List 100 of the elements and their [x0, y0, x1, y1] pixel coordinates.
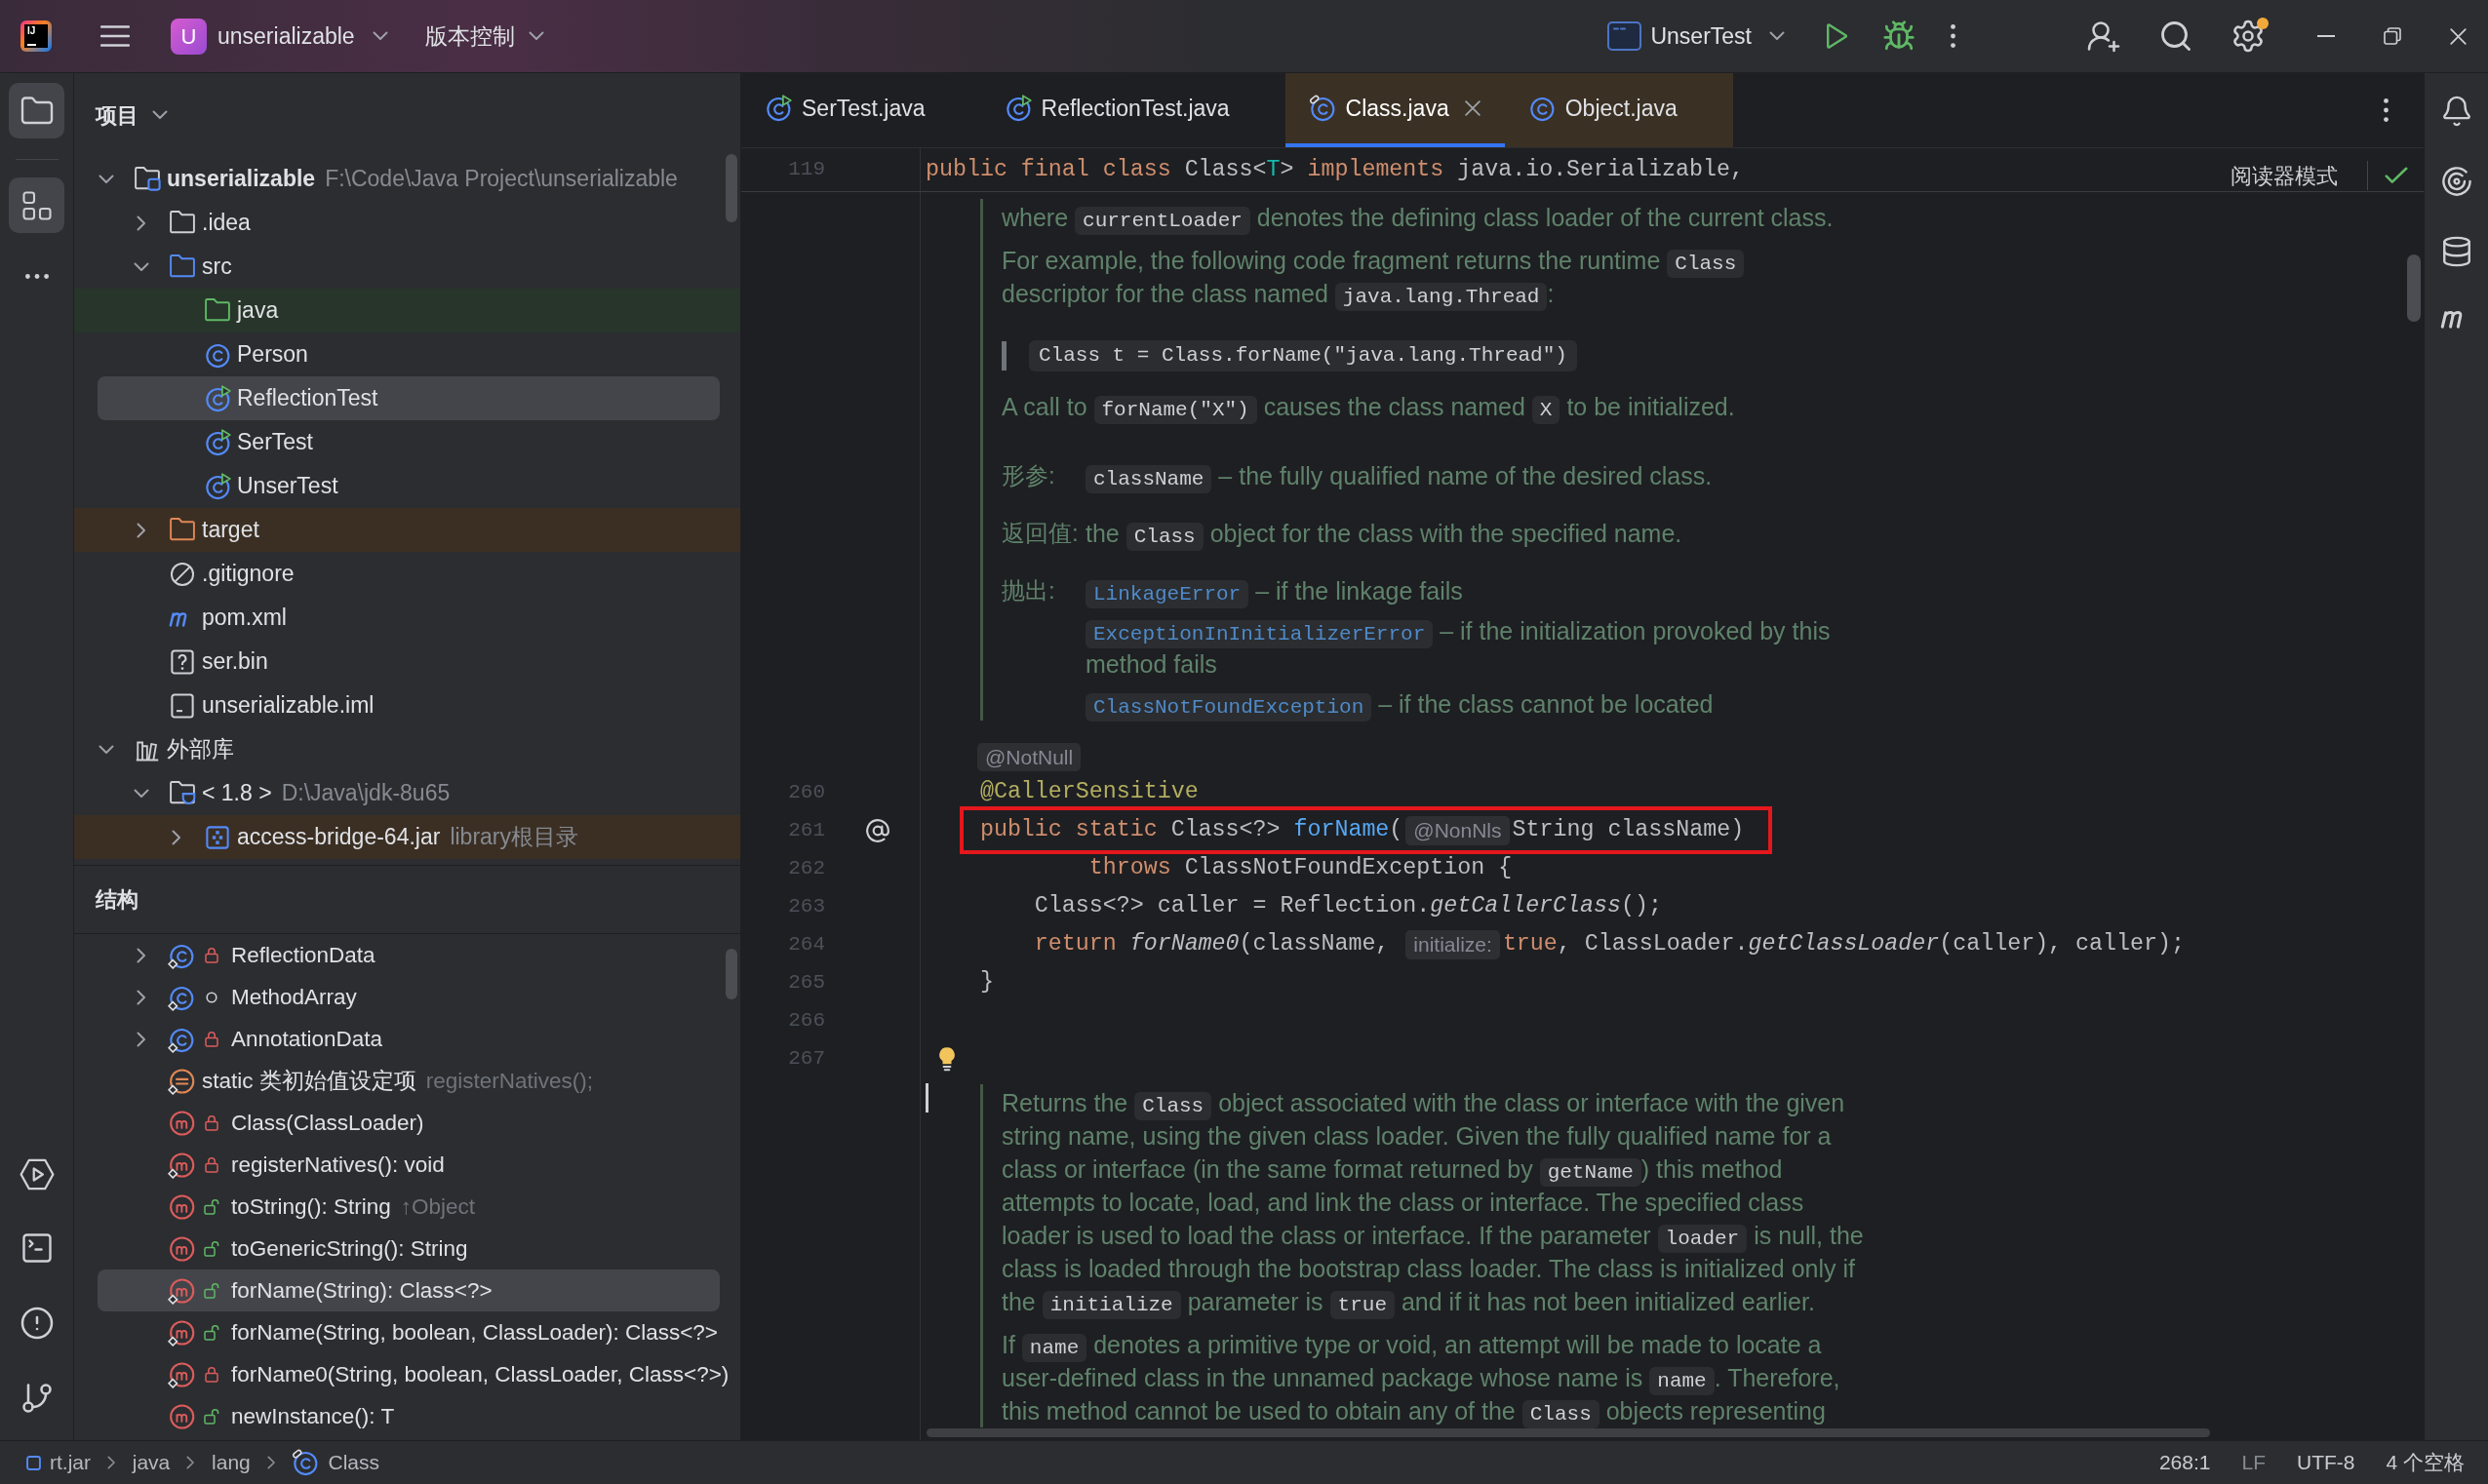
- editor-tab[interactable]: Object.java: [1504, 73, 1733, 147]
- bug-icon[interactable]: [1882, 20, 1915, 53]
- code-text: throws ClassNotFoundException {: [1088, 854, 1513, 883]
- more-icon[interactable]: [24, 274, 49, 279]
- quote-bar: [1002, 340, 1007, 371]
- tree-item[interactable]: access-bridge-64.jar library根目录: [74, 815, 740, 859]
- scrollbar-thumb[interactable]: [927, 1428, 2210, 1437]
- spiral-icon[interactable]: [2440, 166, 2472, 197]
- chevron-right-icon[interactable]: [137, 989, 146, 1005]
- tool-window-button[interactable]: [9, 83, 64, 138]
- chevron-right-icon[interactable]: [137, 522, 146, 538]
- unlock-icon: [204, 1408, 219, 1425]
- tree-item[interactable]: SerTest: [74, 420, 740, 464]
- editor-tab[interactable]: SerTest.java: [741, 73, 981, 147]
- tree-item[interactable]: java: [74, 289, 740, 332]
- status-item[interactable]: 268:1: [2158, 1447, 2211, 1478]
- alert-icon[interactable]: [19, 1306, 55, 1341]
- settings-icon[interactable]: [2231, 19, 2266, 54]
- breadcrumb[interactable]: lang: [212, 1447, 251, 1478]
- breadcrumb[interactable]: Class: [292, 1447, 379, 1478]
- close-icon[interactable]: [2450, 27, 2467, 45]
- structure-item[interactable]: toGenericString(): String: [74, 1228, 740, 1269]
- editor-tab[interactable]: Class.java: [1284, 73, 1505, 147]
- tree-item[interactable]: < 1.8 > D:\Java\jdk-8u65: [74, 771, 740, 815]
- status-item[interactable]: 4 个空格: [2386, 1447, 2465, 1478]
- structure-item[interactable]: forName(String): Class<?>: [98, 1269, 720, 1311]
- more-icon[interactable]: [1951, 24, 1955, 48]
- structure-item[interactable]: AnnotationData: [74, 1018, 740, 1060]
- restore-icon[interactable]: [2384, 27, 2401, 45]
- tree-item[interactable]: unserializable F:\Code\Java Project\unserializable: [74, 157, 740, 201]
- project-selector[interactable]: U unserializable: [171, 18, 388, 55]
- editor-tab[interactable]: ReflectionTest.java: [980, 73, 1285, 147]
- lightbulb-icon[interactable]: [938, 1045, 956, 1072]
- structure-item[interactable]: Class(ClassLoader): [74, 1102, 740, 1144]
- app-logo[interactable]: IJ: [20, 20, 52, 52]
- structure-item[interactable]: static 类初始值设定项 registerNatives();: [74, 1060, 740, 1102]
- status-item[interactable]: UTF-8: [2297, 1447, 2355, 1478]
- panel-title-dropdown[interactable]: 项目: [96, 98, 168, 132]
- structure-item[interactable]: newInstance(): T: [74, 1395, 740, 1437]
- tree-item[interactable]: .gitignore: [74, 552, 740, 596]
- run-config-selector[interactable]: UnserTest: [1607, 19, 1785, 54]
- play-icon[interactable]: [1826, 23, 1847, 49]
- doc-link[interactable]: ExceptionInInitializerError: [1086, 620, 1434, 648]
- structure-item[interactable]: ReflectionData: [74, 934, 740, 976]
- c-circle-tag-icon: [292, 1449, 320, 1476]
- doc-paragraph: Returns the Class object associated with the class or interface with the given string name, using the given class loader. Given the fully qualified name for a class or interface (in the same format returned by getName ) this method attempts to locate, load, and link the class or interface. The specified class loader is used to load the class or interface. If the parameter loader is null, the class is loaded through the bootstrap class loader. The class is initialized only if the initialize parameter is true and if it has not been initialized earlier.: [1002, 1086, 1864, 1318]
- menu-icon[interactable]: [100, 25, 130, 47]
- squares-icon: [21, 190, 52, 220]
- breadcrumb[interactable]: rt.jar: [26, 1447, 91, 1478]
- chevron-right-icon[interactable]: [172, 829, 181, 845]
- chevron-right-icon[interactable]: [137, 215, 146, 231]
- close-icon[interactable]: [1464, 100, 1481, 116]
- chevron-down-icon[interactable]: [134, 261, 149, 272]
- chevron-down-icon[interactable]: [99, 174, 114, 184]
- chevron-right-icon[interactable]: [137, 947, 146, 963]
- doc-paragraph: className – the fully qualified name of the desired class.: [1086, 459, 1713, 492]
- code-text: Class<?> caller = Reflection.getCallerClass();: [1034, 892, 1662, 921]
- doc-paragraph: A call to forName("X") causes the class named X to be initialized.: [1002, 390, 1735, 423]
- structure-item[interactable]: toString(): String ↑Object: [74, 1186, 740, 1228]
- structure-item[interactable]: registerNatives(): void: [74, 1144, 740, 1186]
- tree-item[interactable]: 外部库: [74, 727, 740, 771]
- structure-item[interactable]: MethodArray: [74, 976, 740, 1018]
- inlay-hint: initialize:: [1405, 929, 1500, 959]
- status-item[interactable]: LF: [2241, 1447, 2266, 1478]
- search-icon[interactable]: [2158, 19, 2193, 54]
- chevron-down-icon[interactable]: [99, 744, 114, 755]
- add-user-icon[interactable]: [2086, 19, 2121, 54]
- chevron-down-icon[interactable]: [134, 788, 149, 799]
- tree-item[interactable]: Person: [74, 332, 740, 376]
- structure-item[interactable]: forName(String, boolean, ClassLoader): Class<?>: [74, 1311, 740, 1353]
- doc-paragraph: the Class object for the class with the specified name.: [1086, 517, 1682, 550]
- chevron-right-icon[interactable]: [137, 1031, 146, 1047]
- check-icon[interactable]: [2385, 167, 2408, 184]
- tree-item[interactable]: ReflectionTest: [98, 376, 720, 420]
- code-hint: registerNatives();: [425, 1067, 594, 1095]
- tree-item[interactable]: .idea: [74, 201, 740, 245]
- tree-item[interactable]: pom.xml: [74, 596, 740, 640]
- code-text: public static Class<?> forName(: [979, 816, 1403, 845]
- at-sign-icon[interactable]: [865, 817, 890, 843]
- doc-link[interactable]: ClassNotFoundException: [1086, 693, 1372, 722]
- scrollbar-thumb[interactable]: [726, 949, 737, 999]
- more-icon[interactable]: [2384, 98, 2389, 122]
- tool-window-button[interactable]: [9, 177, 64, 233]
- scrollbar-thumb[interactable]: [2407, 254, 2421, 322]
- tree-item[interactable]: target: [74, 508, 740, 552]
- doc-link[interactable]: LinkageError: [1086, 580, 1249, 608]
- structure-item[interactable]: forName0(String, boolean, ClassLoader, Class<?>): [74, 1353, 740, 1395]
- vcs-menu[interactable]: 版本控制: [424, 19, 544, 54]
- hexagon-play-icon[interactable]: [19, 1158, 55, 1191]
- tree-item[interactable]: unserializable.iml: [74, 683, 740, 727]
- inlay-hint: @NonNls: [1405, 815, 1510, 845]
- doc-paragraph: where currentLoader denotes the defining class loader of the current class.: [1002, 201, 1834, 234]
- tree-item[interactable]: ser.bin: [74, 640, 740, 683]
- folder-icon: [169, 254, 196, 279]
- tree-item[interactable]: src: [74, 245, 740, 289]
- reader-mode-button[interactable]: 阅读器模式: [2231, 159, 2338, 192]
- scrollbar-thumb[interactable]: [726, 154, 737, 222]
- breadcrumb[interactable]: java: [132, 1447, 171, 1478]
- dotted-square-icon: [206, 825, 229, 849]
- tree-item[interactable]: UnserTest: [74, 464, 740, 508]
